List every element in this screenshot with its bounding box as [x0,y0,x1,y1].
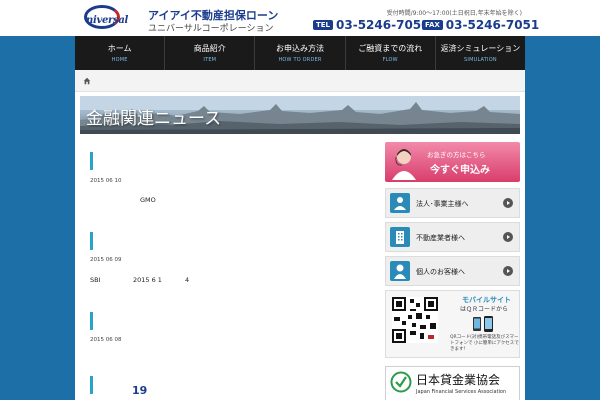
qr-code-icon [392,297,438,343]
nav-label: お申込み方法 [276,44,324,53]
fax-contact: FAX 03-5246-7051 [422,18,539,32]
nav-item-simulation[interactable]: 返済シミュレーション SIMULATION [436,36,525,70]
button-label: 不動産業者様へ [416,234,465,242]
button-label: 個人のお客様へ [416,268,465,276]
real-estate-agents-button[interactable]: 不動産業者様へ [385,222,520,252]
tel-number[interactable]: 03-5246-7050 [336,18,429,32]
news-date: 2015 06 09 [90,257,122,263]
apply-label: 今すぐ申込み [430,165,490,176]
home-icon[interactable] [83,77,91,85]
button-label: 法人･事業主様へ [416,200,469,208]
news-text[interactable]: 4 [185,276,189,284]
news-text[interactable]: GMO [140,196,156,204]
logo-text[interactable]: niversal [86,15,128,26]
operator-icon [392,149,416,180]
news-date: 2015 06 10 [90,178,122,184]
nav-item-item[interactable]: 商品紹介 ITEM [165,36,256,70]
person-icon [390,261,410,281]
main-nav: ホーム HOME 商品紹介 ITEM お申込み方法 HOW TO ORDER ご… [75,36,525,70]
fax-number: 03-5246-7051 [445,18,540,32]
tel-contact[interactable]: TEL 03-5246-7050 [313,18,430,32]
nav-item-home[interactable]: ホーム HOME [75,36,166,70]
news-marker [90,376,93,394]
mobile-site-subtitle: はＱＲコードから [460,306,509,313]
association-logo-icon [390,371,412,393]
news-marker [90,152,93,170]
breadcrumb [75,70,525,92]
qr-note: QRコード(対)携帯電話及びスマートフォンで 小に簡単にアクセスできます！ [450,335,519,352]
apply-subtext: お急ぎの方はこちら [427,151,486,159]
nav-sublabel: FLOW [382,57,398,63]
arrow-right-icon [503,198,513,208]
nav-sublabel: HOW TO ORDER [278,57,322,63]
association-banner[interactable]: 日本貸金業協会 Japan Financial Services Associa… [385,366,520,400]
nav-sublabel: HOME [111,57,128,63]
association-name-en: Japan Financial Services Association [416,389,507,395]
nav-sublabel: ITEM [203,57,217,63]
corporate-icon [390,193,410,213]
nav-label: ご融資までの流れ [358,44,423,53]
nav-label: 返済シミュレーション [440,44,521,53]
company-kana: ユニバーサルコーポレーション [148,24,274,34]
news-marker [90,232,93,250]
news-marker [90,312,93,330]
site-header: niversal アイアイ不動産担保ローン ユニバーサルコーポレーション 受付時… [0,0,600,36]
news-list: 2015 06 10 GMO 2015 06 09 SBI 2015 6 1 4… [80,140,370,400]
nav-item-flow[interactable]: ご融資までの流れ FLOW [346,36,436,70]
business-hours: 受付時間/9:00〜17:00(土日祝日,年末年始を除く) [386,10,522,17]
news-text[interactable]: SBI [90,276,101,284]
news-text[interactable]: 2015 6 1 [133,276,162,284]
building-icon [390,227,410,247]
tel-label: TEL [313,20,334,30]
nav-sublabel: SIMULATION [464,57,497,63]
smartphone-icon [473,316,493,332]
nav-label: ホーム [107,44,132,53]
corporate-customers-button[interactable]: 法人･事業主様へ [385,188,520,218]
nav-item-how-to-order[interactable]: お申込み方法 HOW TO ORDER [255,36,346,70]
arrow-right-icon [503,266,513,276]
news-date: 2015 06 08 [90,337,122,343]
page-title: 金融関連ニュース [86,109,222,129]
individual-customers-button[interactable]: 個人のお客様へ [385,256,520,286]
news-headline[interactable]: 19 [132,384,147,397]
page-banner: 金融関連ニュース [80,96,520,134]
fax-label: FAX [422,20,443,30]
association-name: 日本貸金業協会 [416,373,501,387]
apply-now-button[interactable]: お急ぎの方はこちら 今すぐ申込み [385,142,520,182]
nav-label: 商品紹介 [193,44,226,53]
mobile-site-box[interactable]: モバイルサイト はＱＲコードから QRコード(対)携帯電話及びスマートフォンで … [385,290,520,358]
arrow-right-icon [503,232,513,242]
